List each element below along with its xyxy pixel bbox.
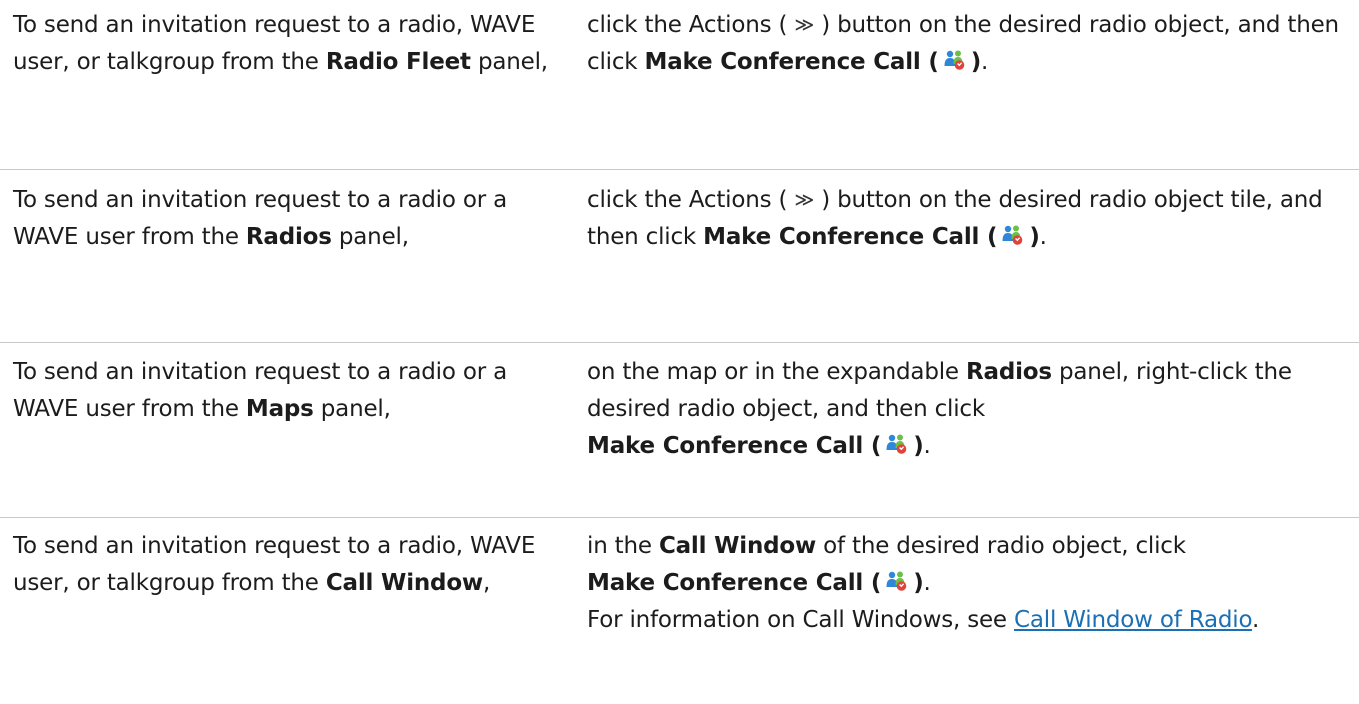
condition-cell: To send an invitation request to a radio… (0, 528, 572, 704)
instruction-cell: click the Actions ( ≫ ) button on the de… (572, 7, 1359, 169)
instruction-text: . (923, 570, 931, 596)
conference-call-icon (1000, 221, 1026, 245)
condition-text: , (482, 570, 491, 596)
condition-text: panel, (313, 396, 391, 422)
condition-text: panel, (470, 49, 548, 75)
instruction-text: in the (587, 533, 659, 559)
condition-cell: To send an invitation request to a radio… (0, 7, 572, 169)
instruction-text: . (981, 49, 989, 75)
instruction-cell: in the Call Window of the desired radio … (572, 528, 1359, 704)
panel-name: Radios (965, 359, 1052, 385)
table-row: To send an invitation request to a radio… (0, 0, 1359, 170)
conference-call-instructions-table: To send an invitation request to a radio… (0, 0, 1359, 704)
call-window-of-radio-link[interactable]: Call Window of Radio (1014, 607, 1252, 633)
instruction-cell: click the Actions ( ≫ ) button on the de… (572, 182, 1359, 342)
panel-name: Radios (245, 224, 332, 250)
menu-item-name: Make Conference Call () (645, 49, 982, 75)
instruction-cell: on the map or in the expandable Radios p… (572, 354, 1359, 517)
panel-name: Radio Fleet (325, 49, 471, 75)
actions-double-chevron-icon: ≫ (794, 14, 815, 36)
table-row: To send an invitation request to a radio… (0, 343, 1359, 518)
table-row: To send an invitation request to a radio… (0, 170, 1359, 343)
actions-double-chevron-icon: ≫ (794, 189, 815, 211)
menu-item-name: Make Conference Call () (587, 433, 924, 459)
condition-cell: To send an invitation request to a radio… (0, 354, 572, 517)
window-name: Call Window (658, 533, 817, 559)
condition-text: panel, (331, 224, 409, 250)
instruction-text: click the Actions ( (587, 187, 795, 213)
instruction-text: on the map or in the expandable (587, 359, 966, 385)
conference-call-icon (884, 430, 910, 454)
menu-item-name: Make Conference Call () (703, 224, 1040, 250)
conference-call-icon (884, 567, 910, 591)
table-row: To send an invitation request to a radio… (0, 518, 1359, 704)
instruction-text: . (1039, 224, 1047, 250)
instruction-text: of the desired radio object, click (816, 533, 1186, 559)
conference-call-icon (942, 46, 968, 70)
menu-item-name: Make Conference Call () (587, 570, 924, 596)
instruction-text: . (923, 433, 931, 459)
info-text: For information on Call Windows, see (587, 607, 1014, 633)
panel-name: Maps (245, 396, 314, 422)
info-text: . (1251, 607, 1260, 633)
instruction-text: click the Actions ( (587, 12, 795, 38)
panel-name: Call Window (325, 570, 483, 596)
condition-cell: To send an invitation request to a radio… (0, 182, 572, 342)
